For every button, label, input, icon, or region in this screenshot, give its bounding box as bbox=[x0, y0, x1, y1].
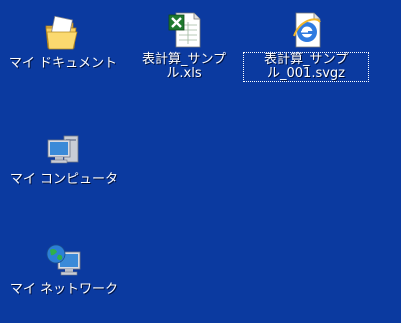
icon-label-my-network: マイ ネットワーク bbox=[9, 282, 119, 297]
my-network-icon bbox=[44, 240, 84, 280]
icon-label-my-documents: マイ ドキュメント bbox=[8, 56, 118, 71]
screenshot-border-right bbox=[401, 0, 409, 332]
icon-label-svgz-file: 表計算_サンプ ル_001.svgz bbox=[243, 52, 369, 82]
my-computer-icon bbox=[44, 130, 84, 170]
my-documents-folder-icon bbox=[43, 14, 83, 54]
desktop[interactable]: マイ ドキュメント 表計算_サンプ ル.xls 表計算_サンプ ル_001.sv… bbox=[0, 0, 401, 323]
icon-label-excel-file: 表計算_サンプ ル.xls bbox=[141, 52, 227, 81]
screenshot-border-bottom bbox=[0, 323, 409, 332]
excel-file-icon bbox=[164, 10, 204, 50]
desktop-icon-excel-file[interactable]: 表計算_サンプ ル.xls bbox=[128, 10, 240, 81]
icon-label-my-computer: マイ コンピュータ bbox=[9, 172, 119, 187]
internet-explorer-file-icon bbox=[286, 10, 326, 50]
desktop-icon-my-computer[interactable]: マイ コンピュータ bbox=[2, 130, 126, 187]
desktop-icon-svgz-file[interactable]: 表計算_サンプ ル_001.svgz bbox=[243, 10, 369, 82]
desktop-icon-my-documents[interactable]: マイ ドキュメント bbox=[2, 14, 124, 71]
desktop-icon-my-network[interactable]: マイ ネットワーク bbox=[2, 240, 126, 297]
